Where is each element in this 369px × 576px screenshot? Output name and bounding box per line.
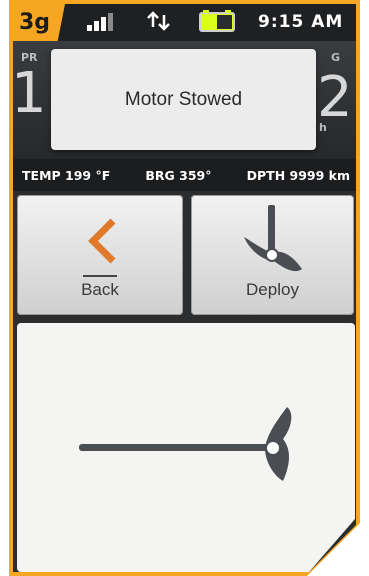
back-button[interactable]: Back — [17, 195, 183, 315]
data-arrows-icon — [145, 9, 173, 33]
dash-digit-left: 1 — [13, 61, 47, 126]
deploy-button[interactable]: Deploy — [191, 195, 354, 315]
depth-readout: DPTH 9999 km — [246, 167, 350, 183]
dash-unit-right: h — [319, 121, 327, 134]
battery-icon — [199, 10, 239, 32]
clock-time: 9:15 AM — [258, 12, 344, 32]
device-screen: 3g 9:15 AM PR 1 G 2 h Motor Stowed TEMP … — [0, 0, 369, 576]
motor-position-preview — [17, 323, 355, 572]
data-strip: TEMP 199 °F BRG 359° DPTH 9999 km — [13, 159, 356, 191]
network-badge: 3g — [13, 4, 65, 41]
dash-label-right: G — [331, 51, 341, 64]
motor-deploy-icon — [244, 205, 302, 272]
deploy-button-label: Deploy — [246, 280, 299, 299]
motor-stowed-icon — [79, 407, 292, 481]
notification-message: Motor Stowed — [124, 88, 243, 110]
motor-status-notification: Motor Stowed — [51, 49, 316, 150]
back-arrow-icon — [88, 218, 116, 264]
temp-readout: TEMP 199 °F — [22, 167, 111, 183]
back-button-label: Back — [17, 280, 183, 300]
signal-strength-icon — [87, 13, 119, 31]
bearing-readout: BRG 359° — [145, 167, 212, 183]
